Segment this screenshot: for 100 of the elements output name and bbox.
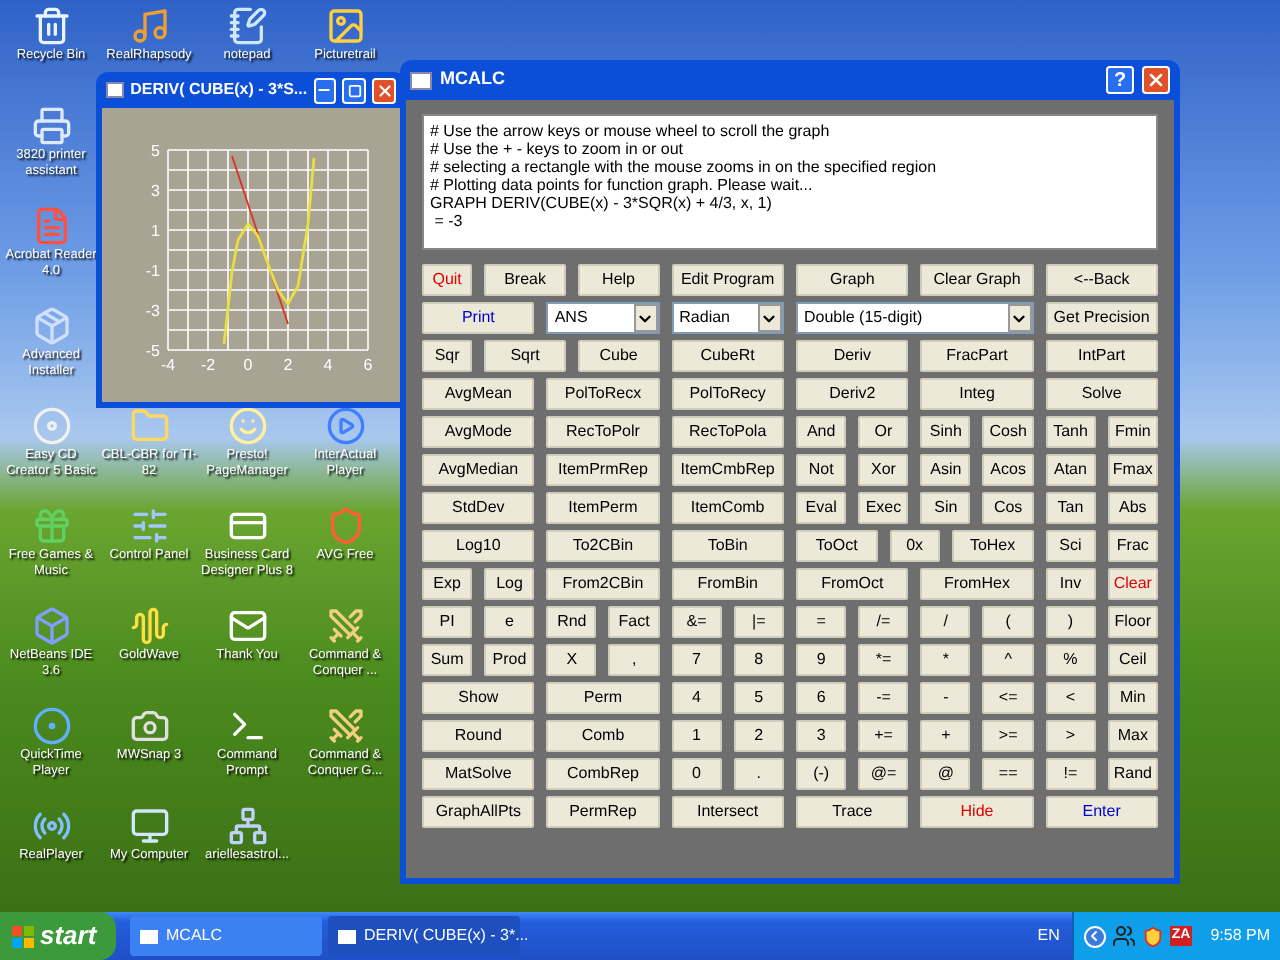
calculator-key[interactable]: Print: [422, 302, 535, 334]
calculator-key[interactable]: PolToRecx: [546, 378, 660, 410]
calculator-key[interactable]: Exec: [858, 492, 909, 524]
calculator-key[interactable]: Fact: [608, 606, 660, 638]
calculator-key[interactable]: @: [920, 758, 971, 790]
calculator-key[interactable]: +=: [858, 720, 909, 752]
calculator-key[interactable]: Fmin: [1107, 416, 1158, 448]
calculator-key[interactable]: FromHex: [920, 568, 1034, 600]
calculator-key[interactable]: ItemComb: [671, 492, 784, 524]
calculator-key[interactable]: Inv: [1045, 568, 1096, 600]
calculator-key[interactable]: Exp: [422, 568, 473, 600]
calculator-key[interactable]: ItemPrmRep: [546, 454, 660, 486]
calculator-key[interactable]: 5: [733, 682, 784, 714]
calculator-key[interactable]: Not: [795, 454, 847, 486]
calculator-key[interactable]: Perm: [546, 682, 660, 714]
calculator-key[interactable]: AvgMedian: [422, 454, 535, 486]
calculator-key[interactable]: Clear Graph: [920, 264, 1034, 296]
calculator-key[interactable]: /: [920, 606, 971, 638]
calculator-key[interactable]: Fmax: [1107, 454, 1158, 486]
taskbar-button[interactable]: MCALC: [130, 916, 322, 956]
start-button[interactable]: start: [0, 912, 116, 960]
calculator-key[interactable]: Frac: [1107, 530, 1158, 562]
calculator-key[interactable]: /=: [858, 606, 909, 638]
calculator-key[interactable]: Help: [577, 264, 660, 296]
calculator-key[interactable]: Cube: [577, 340, 660, 372]
calculator-key[interactable]: Sqrt: [484, 340, 566, 372]
calculator-key[interactable]: Tanh: [1045, 416, 1096, 448]
calculator-key[interactable]: 0x: [889, 530, 940, 562]
calculator-key[interactable]: From2CBin: [546, 568, 660, 600]
calculator-key[interactable]: Floor: [1107, 606, 1158, 638]
calculator-key[interactable]: =: [795, 606, 847, 638]
calculator-key[interactable]: Abs: [1107, 492, 1158, 524]
calculator-key[interactable]: >: [1045, 720, 1096, 752]
calculator-key[interactable]: Hide: [920, 796, 1034, 828]
calculator-key[interactable]: +: [920, 720, 971, 752]
calculator-key[interactable]: Clear: [1107, 568, 1158, 600]
calculator-key[interactable]: <: [1045, 682, 1096, 714]
calculator-key[interactable]: Atan: [1045, 454, 1096, 486]
calculator-key[interactable]: GraphAllPts: [422, 796, 535, 828]
calculator-key[interactable]: -=: [858, 682, 909, 714]
calculator-key[interactable]: ItemCmbRep: [671, 454, 784, 486]
calculator-key[interactable]: Acos: [982, 454, 1034, 486]
calculator-key[interactable]: ^: [982, 644, 1034, 676]
calculator-key[interactable]: FromOct: [795, 568, 909, 600]
calculator-key[interactable]: ToOct: [795, 530, 878, 562]
calculator-key[interactable]: 6: [795, 682, 847, 714]
calculator-key[interactable]: Eval: [795, 492, 847, 524]
calculator-key[interactable]: Get Precision: [1045, 302, 1158, 334]
calculator-key[interactable]: 3: [795, 720, 847, 752]
calculator-key[interactable]: 9: [795, 644, 847, 676]
calculator-key[interactable]: *: [920, 644, 971, 676]
calculator-key[interactable]: Ceil: [1107, 644, 1158, 676]
calculator-key[interactable]: Integ: [920, 378, 1034, 410]
calculator-key[interactable]: Min: [1107, 682, 1158, 714]
calculator-key[interactable]: 0: [671, 758, 722, 790]
calculator-key[interactable]: .: [733, 758, 784, 790]
calculator-key[interactable]: Round: [422, 720, 535, 752]
calculator-key[interactable]: ToHex: [951, 530, 1034, 562]
calculator-key[interactable]: FromBin: [671, 568, 784, 600]
calculator-key[interactable]: CubeRt: [671, 340, 784, 372]
calculator-key[interactable]: FracPart: [920, 340, 1034, 372]
calculator-key[interactable]: ItemPerm: [546, 492, 660, 524]
calculator-key[interactable]: X: [546, 644, 597, 676]
calculator-key[interactable]: (-): [795, 758, 847, 790]
calculator-key[interactable]: Sqr: [422, 340, 473, 372]
calculator-key[interactable]: Sinh: [920, 416, 971, 448]
calculator-key[interactable]: e: [484, 606, 535, 638]
calculator-key[interactable]: Edit Program: [671, 264, 784, 296]
calculator-key[interactable]: Trace: [795, 796, 909, 828]
calculator-key[interactable]: Solve: [1045, 378, 1158, 410]
calculator-key[interactable]: Sum: [422, 644, 473, 676]
calculator-key[interactable]: 1: [671, 720, 722, 752]
calculator-key[interactable]: Rnd: [546, 606, 597, 638]
calculator-key[interactable]: Cosh: [982, 416, 1034, 448]
calculator-key[interactable]: Show: [422, 682, 535, 714]
calculator-key[interactable]: <=: [982, 682, 1034, 714]
calculator-key[interactable]: -: [920, 682, 971, 714]
language-indicator[interactable]: EN: [1037, 924, 1060, 948]
calculator-key[interactable]: Or: [858, 416, 909, 448]
calculator-key[interactable]: Log10: [422, 530, 535, 562]
calculator-key[interactable]: Comb: [546, 720, 660, 752]
calculator-key[interactable]: MatSolve: [422, 758, 535, 790]
dropdown[interactable]: Double (15-digit): [795, 302, 1034, 334]
calculator-key[interactable]: ToBin: [671, 530, 784, 562]
calculator-key[interactable]: ==: [982, 758, 1034, 790]
calculator-key[interactable]: 7: [671, 644, 722, 676]
calculator-key[interactable]: Cos: [982, 492, 1034, 524]
calculator-key[interactable]: ): [1045, 606, 1096, 638]
calculator-key[interactable]: &=: [671, 606, 722, 638]
dropdown[interactable]: ANS: [546, 302, 660, 334]
calculator-key[interactable]: AvgMode: [422, 416, 535, 448]
calculator-key[interactable]: IntPart: [1045, 340, 1158, 372]
calculator-key[interactable]: Deriv: [795, 340, 909, 372]
calculator-key[interactable]: |=: [733, 606, 784, 638]
calculator-key[interactable]: (: [982, 606, 1034, 638]
calculator-key[interactable]: ,: [608, 644, 660, 676]
calculator-key[interactable]: StdDev: [422, 492, 535, 524]
calculator-key[interactable]: !=: [1045, 758, 1096, 790]
calculator-key[interactable]: CombRep: [546, 758, 660, 790]
calculator-key[interactable]: Break: [484, 264, 566, 296]
